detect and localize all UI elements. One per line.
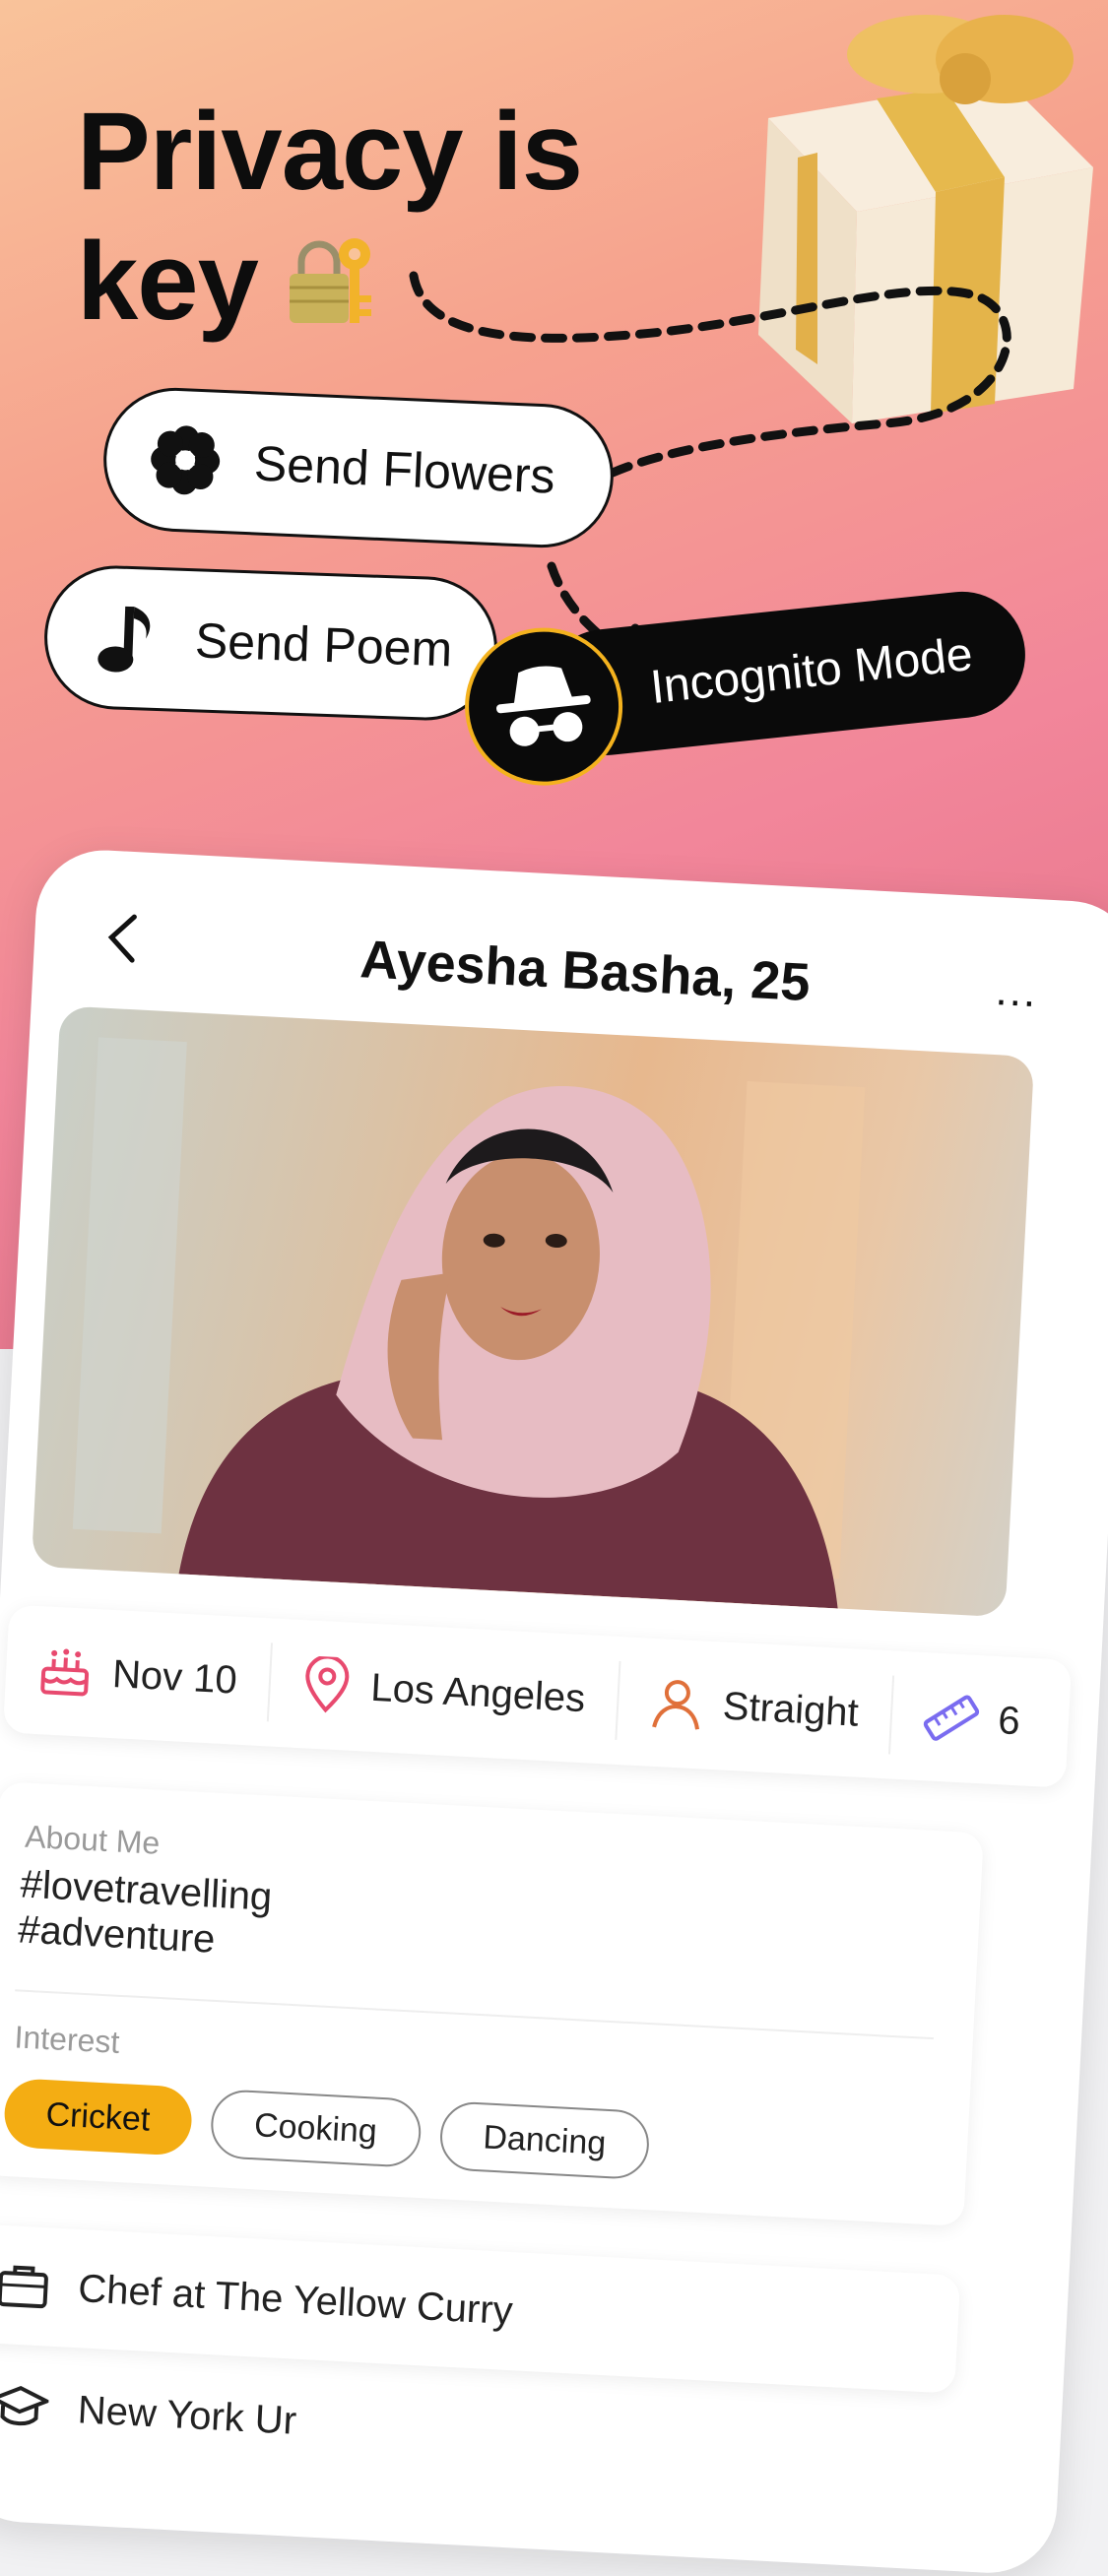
send-flowers-label: Send Flowers bbox=[252, 435, 556, 504]
send-flowers-button[interactable]: Send Flowers bbox=[100, 384, 617, 551]
profile-photo[interactable] bbox=[31, 1005, 1035, 1618]
headline-line2: key bbox=[77, 220, 259, 343]
interest-label: Interest bbox=[13, 2019, 121, 2060]
more-options-button[interactable]: ... bbox=[995, 966, 1039, 1017]
incognito-mode-label: Incognito Mode bbox=[647, 627, 975, 714]
stat-location-value: Los Angeles bbox=[369, 1665, 587, 1720]
interest-chip-cricket[interactable]: Cricket bbox=[2, 2077, 194, 2157]
stat-birthday: Nov 10 bbox=[4, 1629, 273, 1722]
lock-with-key-icon bbox=[289, 238, 371, 323]
music-note-icon bbox=[88, 600, 165, 677]
interest-chip-cooking[interactable]: Cooking bbox=[209, 2088, 423, 2168]
education-row: New York Ur bbox=[0, 2381, 297, 2443]
stat-height: 6 bbox=[890, 1676, 1054, 1763]
gift-box-image bbox=[758, 15, 1093, 423]
flower-icon bbox=[147, 421, 225, 499]
location-pin-icon bbox=[305, 1655, 350, 1713]
cake-icon bbox=[40, 1648, 90, 1697]
person-icon bbox=[651, 1680, 699, 1730]
interest-chip-dancing[interactable]: Dancing bbox=[437, 2100, 651, 2181]
divider bbox=[15, 1989, 934, 2040]
stat-birthday-value: Nov 10 bbox=[111, 1651, 238, 1703]
stat-height-value: 6 bbox=[997, 1698, 1021, 1743]
job-text: Chef at The Yellow Curry bbox=[77, 2266, 514, 2333]
graduation-cap-icon bbox=[0, 2385, 50, 2426]
job-row: Chef at The Yellow Curry bbox=[0, 2223, 961, 2394]
profile-card: Ayesha Basha, 25 ... Nov 10 Los Angeles … bbox=[0, 847, 1108, 2576]
send-poem-button[interactable]: Send Poem bbox=[41, 563, 500, 723]
about-text: #lovetravelling #adventure bbox=[17, 1862, 274, 1962]
about-label: About Me bbox=[24, 1818, 162, 1861]
profile-stats-bar: Nov 10 Los Angeles Straight 6 bbox=[2, 1604, 1073, 1788]
send-poem-label: Send Poem bbox=[194, 612, 454, 677]
headline-line1: Privacy is bbox=[77, 90, 583, 213]
briefcase-icon bbox=[0, 2265, 48, 2309]
stat-location: Los Angeles bbox=[268, 1642, 621, 1740]
about-section: About Me #lovetravelling #adventure Inte… bbox=[0, 1781, 984, 2227]
stat-orientation: Straight bbox=[617, 1661, 894, 1755]
education-text: New York Ur bbox=[76, 2387, 298, 2443]
ruler-icon bbox=[923, 1695, 979, 1741]
interest-chips: Cricket Cooking Dancing bbox=[2, 2077, 651, 2181]
headline: Privacy is key bbox=[77, 87, 628, 347]
stat-orientation-value: Straight bbox=[721, 1684, 860, 1735]
